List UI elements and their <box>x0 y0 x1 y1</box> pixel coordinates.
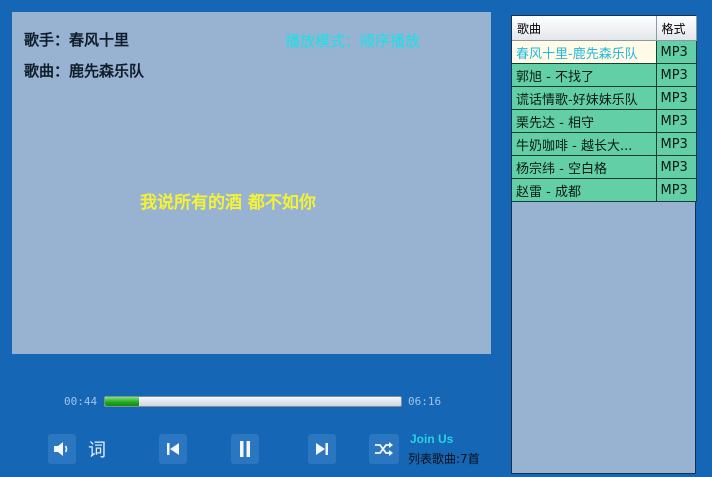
playlist-row[interactable]: 春风十里-鹿先森乐队 MP3 <box>512 40 697 64</box>
song-title: 栗先达 - 相守 <box>512 109 657 133</box>
play-mode-value: 顺序播放 <box>360 32 421 50</box>
song-label: 歌曲： <box>24 62 70 80</box>
next-icon <box>314 441 330 457</box>
column-header-format[interactable]: 格式 <box>656 16 697 41</box>
playlist-row[interactable]: 牛奶咖啡 - 越长大... MP3 <box>512 132 697 156</box>
song-title: 牛奶咖啡 - 越长大... <box>512 132 657 156</box>
playlist-panel[interactable]: 歌曲 格式 春风十里-鹿先森乐队 MP3 郭旭 - 不找了 MP3 谎话情歌-好… <box>511 15 697 474</box>
playlist-row[interactable]: 郭旭 - 不找了 MP3 <box>512 63 697 87</box>
playlist-row[interactable]: 谎话情歌-好妹妹乐队 MP3 <box>512 86 697 110</box>
previous-button[interactable] <box>159 434 187 464</box>
song-format: MP3 <box>656 63 697 87</box>
current-lyric: 我说所有的酒 都不如你 <box>140 193 316 213</box>
playlist-table: 歌曲 格式 春风十里-鹿先森乐队 MP3 郭旭 - 不找了 MP3 谎话情歌-好… <box>512 16 697 202</box>
shuffle-icon <box>374 441 394 457</box>
elapsed-time: 00:44 <box>64 395 98 408</box>
song-line: 歌曲：鹿先森乐队 <box>24 60 144 81</box>
song-title: 赵雷 - 成都 <box>512 178 657 202</box>
pause-icon <box>237 440 253 458</box>
song-format: MP3 <box>656 40 697 64</box>
playlist-header: 歌曲 格式 <box>512 16 697 41</box>
join-us-link[interactable]: Join Us <box>410 432 453 446</box>
song-count: 列表歌曲:7首 <box>408 452 480 466</box>
song-format: MP3 <box>656 178 697 202</box>
song-title: 谎话情歌-好妹妹乐队 <box>512 86 657 110</box>
song-title: 杨宗纬 - 空白格 <box>512 155 657 179</box>
progress-bar[interactable] <box>104 396 402 407</box>
song-format: MP3 <box>656 109 697 133</box>
next-button[interactable] <box>308 434 336 464</box>
playlist-row[interactable]: 栗先达 - 相守 MP3 <box>512 109 697 133</box>
previous-icon <box>165 441 181 457</box>
progress-fill <box>105 397 140 406</box>
playlist-row[interactable]: 赵雷 - 成都 MP3 <box>512 178 697 202</box>
singer-name: 春风十里 <box>69 31 130 49</box>
volume-button[interactable] <box>48 434 76 464</box>
singer-label: 歌手： <box>24 31 70 49</box>
pause-button[interactable] <box>231 434 259 464</box>
song-title: 春风十里-鹿先森乐队 <box>512 40 657 64</box>
singer-line: 歌手：春风十里 <box>24 29 129 50</box>
song-name: 鹿先森乐队 <box>69 62 145 80</box>
total-time: 06:16 <box>408 395 442 408</box>
play-mode: 播放模式：顺序播放 <box>285 30 420 51</box>
playlist-row[interactable]: 杨宗纬 - 空白格 MP3 <box>512 155 697 179</box>
shuffle-button[interactable] <box>369 434 399 464</box>
song-format: MP3 <box>656 155 697 179</box>
lyric-display: 歌手：春风十里 歌曲：鹿先森乐队 播放模式：顺序播放 我说所有的酒 都不如你 <box>12 12 491 354</box>
column-header-title[interactable]: 歌曲 <box>512 16 657 41</box>
play-mode-label: 播放模式： <box>285 32 361 50</box>
song-format: MP3 <box>656 132 697 156</box>
song-format: MP3 <box>656 86 697 110</box>
volume-icon <box>53 441 71 457</box>
lyric-toggle-button[interactable]: 词 <box>88 436 106 462</box>
song-title: 郭旭 - 不找了 <box>512 63 657 87</box>
